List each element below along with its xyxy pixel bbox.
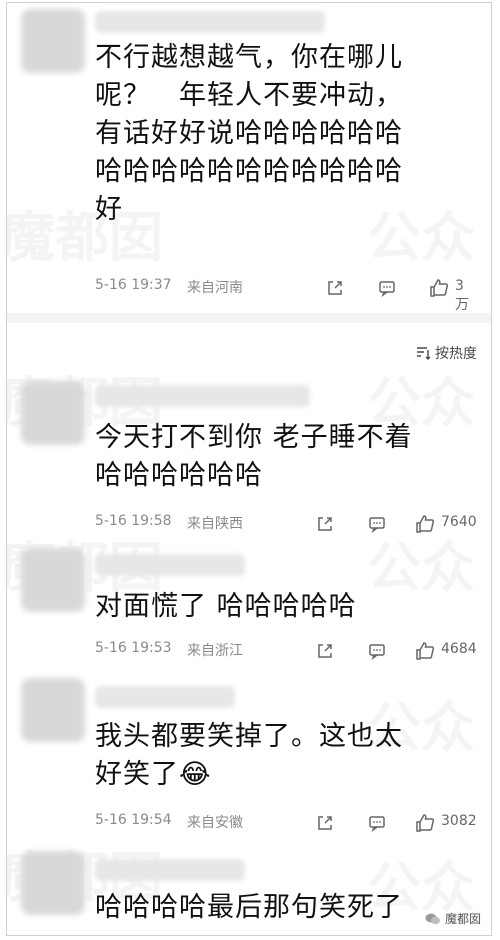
comment-text: 我头都要笑掉了。这也太 好笑了😂 — [95, 721, 403, 790]
sort-label: 按热度 — [435, 346, 477, 362]
like-count: 7640 — [441, 514, 477, 530]
comment-text: 今天打不到你 老子睡不着 哈哈哈哈哈哈 — [95, 422, 413, 491]
comment-icon[interactable] — [367, 641, 387, 661]
like-icon[interactable] — [415, 813, 435, 833]
avatar[interactable] — [21, 548, 85, 612]
like-icon[interactable] — [415, 514, 435, 534]
comment-location: 来自河南 — [187, 280, 243, 296]
comment-location: 来自安徽 — [187, 815, 243, 831]
sort-toggle[interactable]: 按热度 — [416, 343, 477, 363]
watermark-badge: 魔都囡 — [425, 910, 481, 927]
comment-time: 5-16 19:58 — [95, 513, 172, 529]
avatar[interactable] — [21, 678, 85, 742]
like-count: 4684 — [441, 641, 477, 657]
badge-label: 魔都囡 — [444, 912, 481, 926]
comment-time: 5-16 19:54 — [95, 812, 172, 828]
comment-meta: 5-16 19:53 来自浙江 4684 — [95, 640, 477, 662]
comment-meta: 5-16 19:37 来自河南 3万 — [95, 277, 477, 313]
comment-text: 对面慌了 哈哈哈哈哈 — [95, 591, 357, 622]
comment-text: 哈哈哈哈最后那句笑死了 — [95, 892, 403, 923]
comment-time: 5-16 19:53 — [95, 640, 172, 656]
avatar[interactable] — [21, 381, 85, 445]
wechat-icon — [425, 913, 440, 924]
username-blurred[interactable] — [95, 11, 325, 33]
share-icon[interactable] — [325, 278, 345, 298]
comment-feed: 魔都囡 公众 魔都囡 公众 魔都囡 公众 公众 魔都囡 公众 不行越想越气，你在… — [6, 2, 492, 936]
avatar[interactable] — [21, 851, 85, 915]
like-count: 3万 — [455, 278, 469, 313]
share-icon[interactable] — [315, 641, 335, 661]
share-icon[interactable] — [315, 514, 335, 534]
comment-location: 来自陕西 — [187, 516, 243, 532]
avatar[interactable] — [21, 9, 85, 73]
username-blurred[interactable] — [95, 554, 245, 576]
sort-icon — [417, 347, 431, 360]
username-blurred[interactable] — [95, 859, 245, 881]
like-icon[interactable] — [429, 278, 449, 298]
comment-meta: 5-16 19:54 来自安徽 3082 — [95, 812, 477, 834]
comment-icon[interactable] — [367, 813, 387, 833]
comment-time: 5-16 19:37 — [95, 277, 172, 293]
share-icon[interactable] — [315, 813, 335, 833]
like-icon[interactable] — [415, 641, 435, 661]
comment-icon[interactable] — [377, 278, 397, 298]
like-count: 3082 — [441, 813, 477, 829]
comment-location: 来自浙江 — [187, 643, 243, 659]
username-blurred[interactable] — [95, 385, 310, 407]
section-divider — [7, 313, 491, 323]
comment-text: 不行越想越气，你在哪儿 呢？ 年轻人不要冲动， 有话好好说哈哈哈哈哈哈 哈哈哈哈… — [95, 42, 403, 225]
username-blurred[interactable] — [95, 686, 235, 708]
comment-meta: 5-16 19:58 来自陕西 7640 — [95, 513, 477, 535]
comment-icon[interactable] — [367, 514, 387, 534]
